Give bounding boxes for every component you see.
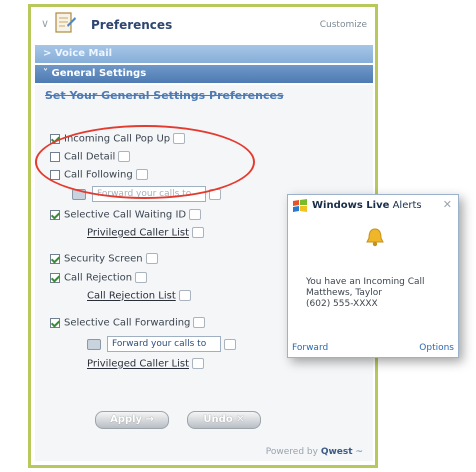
voice-mail-section-bar[interactable]: > Voice Mail	[35, 45, 373, 63]
windows-logo-icon	[293, 199, 307, 212]
selective-call-forwarding-checkbox[interactable]	[50, 317, 60, 328]
security-screen-checkbox[interactable]	[50, 253, 60, 264]
alert-caller-name: Matthews, Taylor	[306, 288, 382, 298]
help-bubble-icon[interactable]	[193, 317, 206, 328]
help-bubble-icon[interactable]	[192, 227, 204, 238]
preferences-icon	[55, 12, 76, 33]
call-rejection-list-row: Call Rejection List	[87, 290, 191, 302]
alert-message-line-1: You have an Incoming Call	[306, 277, 425, 287]
alert-options-link[interactable]: Options	[419, 343, 454, 353]
alert-forward-link[interactable]: Forward	[292, 343, 328, 353]
setting-selective-call-forwarding: Selective Call Forwarding	[50, 317, 206, 329]
undo-button[interactable]: Undo ✕	[187, 411, 261, 429]
panel-header: ∨ Preferences Customize	[31, 7, 375, 41]
qwest-swoosh-icon: ~	[355, 447, 363, 457]
privileged-caller-list-link[interactable]: Privileged Caller List	[87, 359, 189, 370]
selective-forward-input[interactable]: Forward your calls to	[107, 336, 221, 352]
apply-button[interactable]: Apply →	[95, 411, 169, 429]
qwest-logo: Qwest	[320, 447, 353, 457]
alert-title-rest: Alerts	[389, 200, 422, 211]
selective-forward-row: Forward your calls to	[87, 336, 236, 352]
security-screen-label: Security Screen	[64, 253, 143, 265]
privileged-caller-list-link[interactable]: Privileged Caller List	[87, 228, 189, 239]
setting-security-screen: Security Screen	[50, 253, 158, 265]
panel-title: Preferences	[91, 18, 173, 32]
call-rejection-checkbox[interactable]	[50, 272, 60, 283]
collapse-chevron-icon[interactable]: ∨	[41, 17, 49, 30]
alert-caller-number: (602) 555-XXXX	[306, 299, 378, 309]
selective-call-waiting-checkbox[interactable]	[50, 209, 60, 220]
help-bubble-icon[interactable]	[178, 290, 191, 301]
help-bubble-icon[interactable]	[145, 253, 158, 264]
windows-live-alert[interactable]: Windows Live Alerts ✕ You have an Incomi…	[287, 194, 459, 358]
help-bubble-icon[interactable]	[224, 338, 236, 350]
bell-icon	[366, 228, 384, 247]
alert-title: Windows Live Alerts	[312, 200, 422, 211]
selective-call-waiting-label: Selective Call Waiting ID	[64, 209, 187, 221]
help-bubble-icon[interactable]	[189, 209, 202, 220]
call-rejection-label: Call Rejection	[64, 272, 133, 284]
phone-icon	[87, 338, 101, 350]
powered-by-prefix: Powered by	[265, 447, 318, 457]
powered-by: Powered by Qwest ~	[266, 447, 363, 457]
help-bubble-icon[interactable]	[192, 358, 204, 369]
highlight-annotation-oval	[35, 125, 255, 199]
general-settings-section-bar[interactable]: ˅ General Settings	[35, 65, 373, 83]
privileged-caller-list-row-1: Privileged Caller List	[87, 227, 204, 239]
help-bubble-icon[interactable]	[135, 272, 148, 283]
alert-message: You have an Incoming Call Matthews, Tayl…	[306, 277, 425, 310]
setting-call-rejection: Call Rejection	[50, 272, 148, 284]
alert-title-bold: Windows Live	[312, 200, 390, 211]
selective-call-forwarding-label: Selective Call Forwarding	[64, 317, 191, 329]
privileged-caller-list-row-2: Privileged Caller List	[87, 358, 204, 370]
call-rejection-list-link[interactable]: Call Rejection List	[87, 291, 176, 302]
settings-heading: Set Your General Settings Preferences	[45, 89, 284, 102]
customize-link[interactable]: Customize	[320, 20, 367, 30]
setting-selective-call-waiting: Selective Call Waiting ID	[50, 209, 202, 221]
close-icon[interactable]: ✕	[443, 198, 452, 211]
